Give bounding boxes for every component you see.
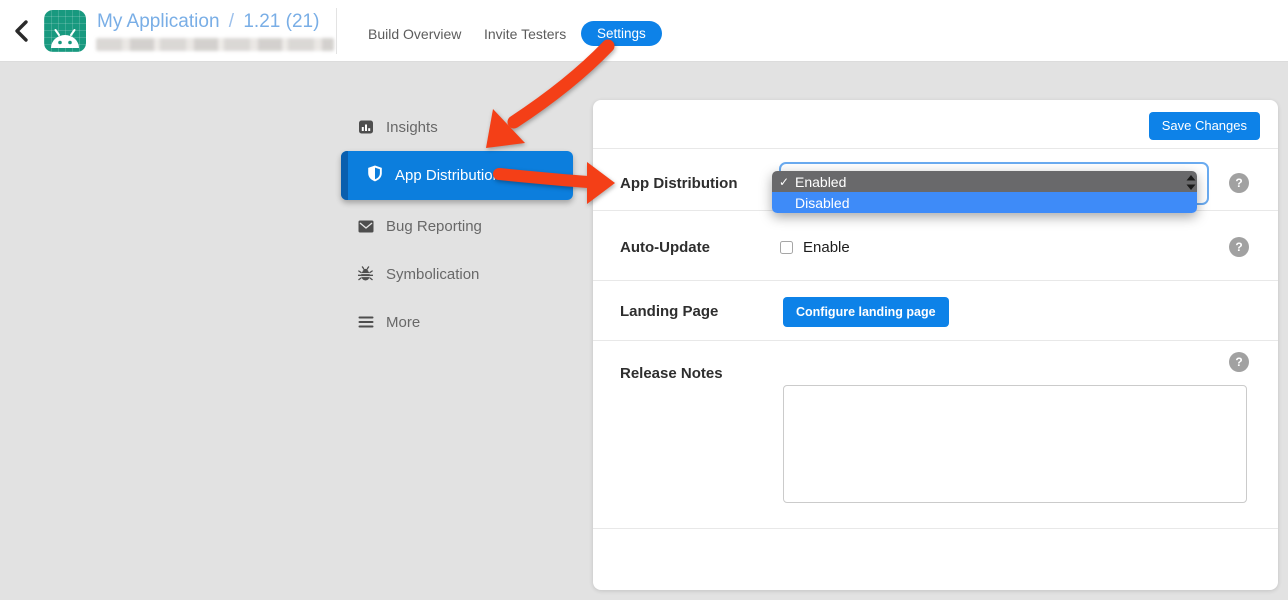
sidebar-item-label: More — [386, 314, 420, 331]
shield-icon — [367, 165, 383, 186]
landing-page-label: Landing Page — [620, 303, 718, 320]
header-divider — [336, 8, 337, 54]
bar-chart-icon — [357, 119, 374, 135]
sidebar-item-label: App Distribution — [395, 167, 501, 184]
sidebar-item-label: Bug Reporting — [386, 218, 482, 235]
menu-icon — [357, 316, 374, 328]
row-divider — [593, 528, 1278, 529]
breadcrumb: My Application / 1.21 (21) — [97, 11, 319, 33]
dropdown-option-enabled[interactable]: ✓ Enabled — [772, 171, 1197, 192]
auto-update-checkbox-label[interactable]: Enable — [803, 239, 850, 256]
check-icon: ✓ — [779, 175, 795, 189]
question-mark-icon: ? — [1235, 355, 1242, 369]
version-label: 1.21 (21) — [243, 11, 319, 32]
help-icon-release-notes[interactable]: ? — [1229, 352, 1249, 372]
tab-invite-testers[interactable]: Invite Testers — [484, 26, 566, 42]
sidebar-item-app-distribution[interactable]: App Distribution — [341, 151, 573, 200]
top-header: My Application / 1.21 (21) Build Overvie… — [0, 0, 1288, 62]
row-divider — [593, 148, 1278, 149]
question-mark-icon: ? — [1235, 240, 1242, 254]
app-title-link[interactable]: My Application — [97, 11, 220, 32]
help-icon-app-distribution[interactable]: ? — [1229, 173, 1249, 193]
sidebar-item-bug-reporting[interactable]: Bug Reporting — [341, 211, 573, 241]
redacted-subtitle — [96, 38, 334, 51]
breadcrumb-separator: / — [225, 11, 238, 32]
android-robot-icon — [49, 28, 81, 52]
app-icon — [44, 10, 86, 52]
app-distribution-label: App Distribution — [620, 175, 737, 192]
tab-settings[interactable]: Settings — [581, 21, 662, 46]
chevron-left-icon — [12, 18, 32, 44]
dropdown-option-disabled[interactable]: Disabled — [772, 192, 1197, 213]
configure-landing-page-button[interactable]: Configure landing page — [783, 297, 949, 327]
auto-update-label: Auto-Update — [620, 239, 710, 256]
select-stepper-icon — [1185, 173, 1197, 197]
release-notes-textarea[interactable] — [783, 385, 1247, 503]
help-icon-auto-update[interactable]: ? — [1229, 237, 1249, 257]
back-button[interactable] — [12, 18, 34, 44]
sidebar-item-label: Symbolication — [386, 266, 479, 283]
sidebar-item-more[interactable]: More — [341, 307, 573, 337]
row-divider — [593, 280, 1278, 281]
row-divider — [593, 340, 1278, 341]
save-changes-button[interactable]: Save Changes — [1149, 112, 1260, 140]
sidebar-item-insights[interactable]: Insights — [341, 112, 573, 142]
envelope-icon — [357, 220, 374, 233]
auto-update-checkbox[interactable] — [780, 241, 793, 254]
app-distribution-dropdown-menu: ✓ Enabled Disabled — [772, 171, 1197, 213]
sidebar-item-symbolication[interactable]: Symbolication — [341, 259, 573, 289]
bug-icon — [357, 266, 374, 282]
tab-build-overview[interactable]: Build Overview — [368, 26, 461, 42]
dropdown-option-label: Enabled — [795, 174, 846, 190]
release-notes-label: Release Notes — [620, 365, 723, 382]
question-mark-icon: ? — [1235, 176, 1242, 190]
dropdown-option-label: Disabled — [795, 195, 849, 211]
sidebar-item-label: Insights — [386, 119, 438, 136]
